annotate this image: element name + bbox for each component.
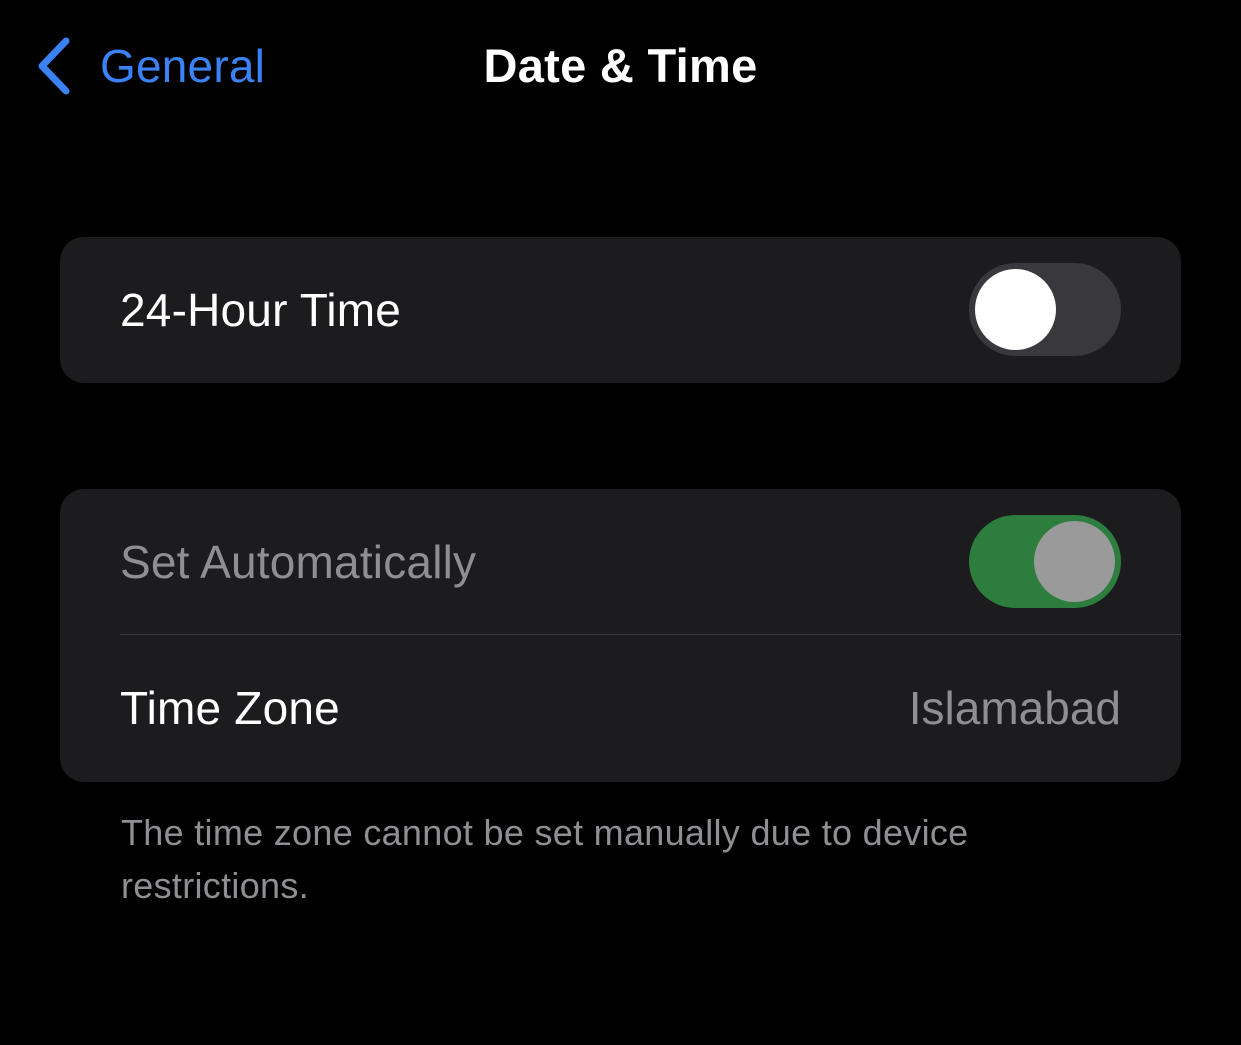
setting-row-set-automatically: Set Automatically (60, 489, 1181, 635)
setting-row-time-zone[interactable]: Time Zone Islamabad (60, 635, 1181, 781)
time-zone-value: Islamabad (908, 682, 1121, 734)
setting-label-time-zone: Time Zone (120, 682, 340, 734)
toggle-knob (1034, 521, 1115, 602)
time-zone-footer-note: The time zone cannot be set manually due… (121, 812, 969, 906)
toggle-knob (975, 269, 1056, 350)
settings-group-time-zone: Set Automatically Time Zone Islamabad (60, 489, 1181, 782)
setting-label-24-hour-time: 24-Hour Time (120, 284, 402, 336)
page-title: Date & Time (483, 39, 758, 92)
setting-row-24-hour-time: 24-Hour Time (60, 237, 1181, 383)
24-hour-time-toggle[interactable] (969, 263, 1121, 356)
setting-label-set-automatically: Set Automatically (120, 536, 477, 588)
set-automatically-toggle[interactable] (969, 515, 1121, 608)
navigation-bar: General Date & Time (0, 0, 1241, 130)
settings-group-time-format: 24-Hour Time (60, 237, 1181, 383)
